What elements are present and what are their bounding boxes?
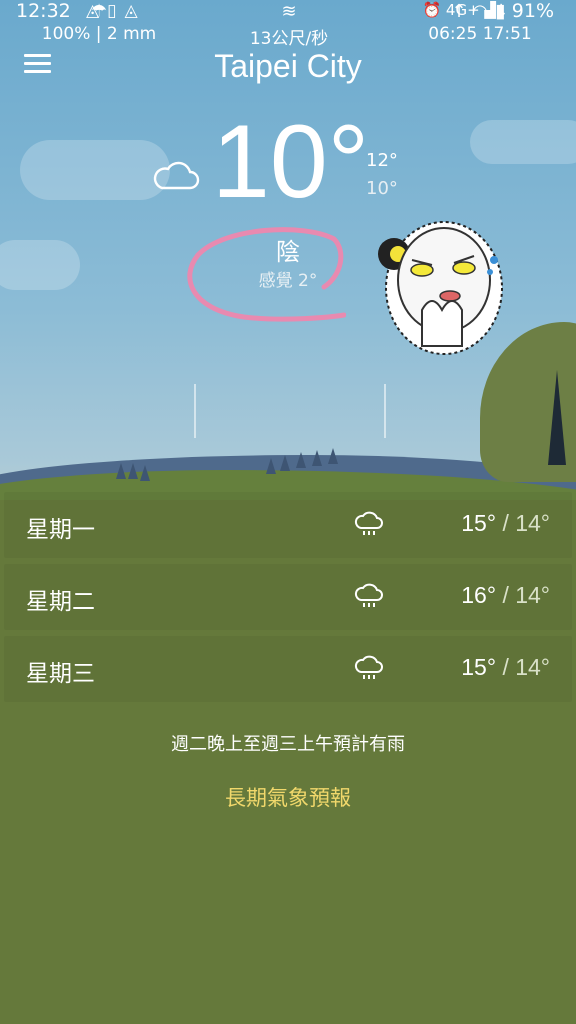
cloud-icon [153, 161, 200, 190]
precipitation-value: 100% | 2 mm [41, 24, 157, 44]
sun-stat: ↑ ◠ ↓ 06:25 17:51 [410, 0, 550, 44]
city-title: Taipei City [214, 48, 362, 84]
sunrise-time: 06:25 [428, 24, 478, 44]
pine-tree [140, 465, 150, 481]
hand-drawn-circle [187, 227, 346, 322]
forecast-high: 15° [461, 654, 497, 680]
stat-divider [194, 384, 196, 438]
rain-cloud-icon [354, 583, 383, 607]
background-cloud [470, 120, 576, 164]
today-high: 12° [366, 150, 398, 171]
temp-separator: / [502, 510, 509, 536]
forecast-row[interactable]: 星期二 16° / 14° [4, 564, 572, 630]
forecast-day: 星期三 [26, 661, 95, 687]
forecast-day: 星期二 [26, 589, 95, 615]
sticker-character [378, 221, 503, 355]
forecast-low: 14° [515, 510, 550, 536]
stat-divider [384, 384, 386, 438]
forecast-row[interactable]: 星期一 15° / 14° [4, 492, 572, 558]
today-low: 10° [366, 178, 398, 199]
wind-icon: ≋ [281, 1, 297, 22]
current-temperature: 10° [212, 104, 370, 220]
wind-value: 13公尺/秒 [249, 29, 329, 49]
tree-trunk [548, 370, 566, 465]
forecast-high: 16° [461, 582, 497, 608]
forecast-row[interactable]: 星期三 15° / 14° [4, 636, 572, 702]
sunset-time: 17:51 [482, 24, 532, 44]
forecast-temps: 15° / 14° [461, 510, 550, 537]
forecast-low: 14° [515, 582, 550, 608]
forecast-day: 星期一 [26, 517, 95, 543]
temp-separator: / [502, 582, 509, 608]
rain-notice: 週二晚上至週三上午預計有雨 [171, 734, 405, 755]
forecast-temps: 15° / 14° [461, 654, 550, 681]
temp-separator: / [502, 654, 509, 680]
background-cloud [20, 140, 170, 200]
precipitation-stat: ☂ 100% | 2 mm [24, 0, 174, 44]
weather-screen: 12:32 ◬▯◬ ⏰ 4G+ ▟ ▮ 91% Taipei City 10° … [0, 0, 576, 1024]
forecast-low: 14° [515, 654, 550, 680]
long-range-forecast-link[interactable]: 長期氣象預報 [0, 782, 576, 812]
forecast-temps: 16° / 14° [461, 582, 550, 609]
pine-tree [280, 455, 290, 471]
pine-tree [116, 463, 126, 479]
pine-tree [312, 450, 322, 466]
sunrise-sunset-icon: ↑ ◠ ↓ [451, 1, 509, 22]
rain-cloud-icon [354, 655, 383, 679]
wind-stat: ≋ 13公尺/秒 [214, 0, 364, 49]
pine-tree [328, 448, 338, 464]
rain-cloud-icon [354, 511, 383, 535]
umbrella-icon: ☂ [90, 1, 108, 22]
pine-tree [128, 463, 138, 479]
pine-tree [266, 458, 276, 474]
forecast-high: 15° [461, 510, 497, 536]
pine-tree [296, 452, 306, 468]
